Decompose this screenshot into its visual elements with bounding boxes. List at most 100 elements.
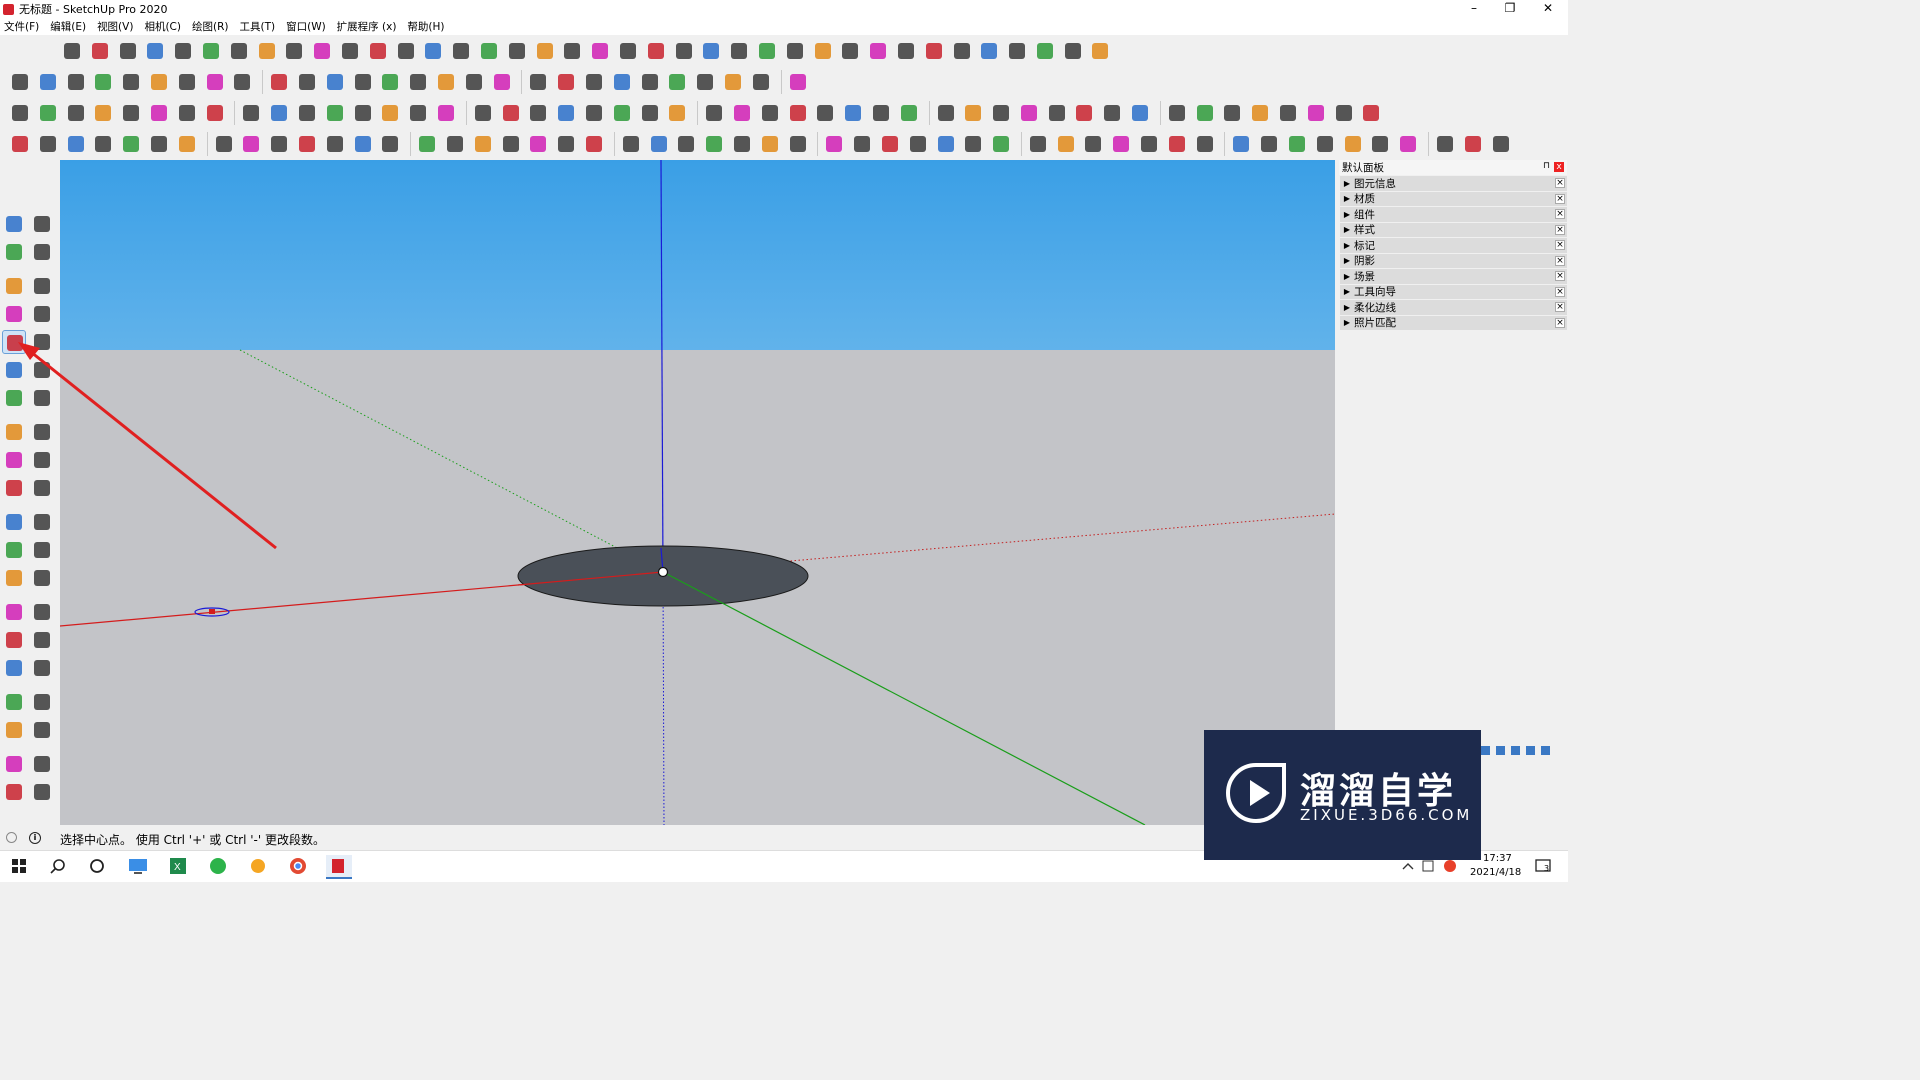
tb3-tool-button-icon[interactable] [203,101,227,125]
tb3-tool-button-icon[interactable] [610,101,634,125]
tb3-tool-button-icon[interactable] [1220,101,1244,125]
center-point[interactable] [657,566,669,578]
tb2-tool-button-icon[interactable] [147,70,171,94]
tb3-tool-button-icon[interactable] [1165,101,1189,125]
tb4-tool-button-icon[interactable] [499,132,523,156]
vertical-tool-button-icon[interactable] [2,752,26,776]
tb1-tool-button-icon[interactable] [560,39,584,63]
tb3-tool-button-icon[interactable] [786,101,810,125]
tb4-tool-button-icon[interactable] [147,132,171,156]
tray-shadows[interactable]: ▶ 阴影 × [1340,253,1567,269]
tb4-tool-button-icon[interactable] [1489,132,1513,156]
tb3-tool-button-icon[interactable] [1128,101,1152,125]
tb2-tool-button-icon[interactable] [295,70,319,94]
tb4-tool-button-icon[interactable] [554,132,578,156]
tb2-tool-button-icon[interactable] [582,70,606,94]
task-view-icon[interactable] [86,855,112,879]
tb3-tool-button-icon[interactable] [897,101,921,125]
tb4-tool-button-icon[interactable] [351,132,375,156]
vertical-tool-button-icon[interactable] [30,780,54,804]
tb4-tool-button-icon[interactable] [674,132,698,156]
tb3-tool-button-icon[interactable] [239,101,263,125]
tb4-tool-button-icon[interactable] [1257,132,1281,156]
tb2-tool-button-icon[interactable] [554,70,578,94]
tb4-tool-button-icon[interactable] [822,132,846,156]
tb1-tool-button-icon[interactable] [755,39,779,63]
tray-tags[interactable]: ▶ 标记 × [1340,238,1567,254]
vertical-tool-button-icon[interactable] [2,212,26,236]
tb1-tool-button-icon[interactable] [477,39,501,63]
tb1-tool-button-icon[interactable] [255,39,279,63]
tb4-tool-button-icon[interactable] [471,132,495,156]
tb2-tool-button-icon[interactable] [665,70,689,94]
tb3-tool-button-icon[interactable] [36,101,60,125]
tb1-tool-button-icon[interactable] [227,39,251,63]
tb4-tool-button-icon[interactable] [175,132,199,156]
menu-help[interactable]: 帮助(H) [407,19,444,34]
tb4-tool-button-icon[interactable] [582,132,606,156]
tb4-tool-button-icon[interactable] [1165,132,1189,156]
menu-draw[interactable]: 绘图(R) [192,19,229,34]
tb3-tool-button-icon[interactable] [582,101,606,125]
tb2-tool-button-icon[interactable] [267,70,291,94]
tb1-tool-button-icon[interactable] [838,39,862,63]
tb4-tool-button-icon[interactable] [526,132,550,156]
menu-extensions[interactable]: 扩展程序 (x) [337,19,397,34]
grid-icon[interactable] [1541,746,1550,755]
windows-start-icon[interactable] [8,855,34,879]
tb2-tool-button-icon[interactable] [462,70,486,94]
info-icon[interactable]: i [29,832,41,844]
tb3-tool-button-icon[interactable] [730,101,754,125]
tb1-tool-button-icon[interactable] [866,39,890,63]
tb2-tool-button-icon[interactable] [175,70,199,94]
tray-components[interactable]: ▶ 组件 × [1340,207,1567,223]
tb3-tool-button-icon[interactable] [1072,101,1096,125]
tb2-tool-button-icon[interactable] [610,70,634,94]
tb1-tool-button-icon[interactable] [1033,39,1057,63]
tb4-tool-button-icon[interactable] [64,132,88,156]
tb4-tool-button-icon[interactable] [323,132,347,156]
tb1-tool-button-icon[interactable] [783,39,807,63]
tb2-tool-button-icon[interactable] [693,70,717,94]
tb4-tool-button-icon[interactable] [239,132,263,156]
vertical-tool-button-icon[interactable] [2,718,26,742]
tb4-tool-button-icon[interactable] [378,132,402,156]
menu-file[interactable]: 文件(F) [4,19,39,34]
menu-camera[interactable]: 相机(C) [144,19,181,34]
tb4-tool-button-icon[interactable] [36,132,60,156]
tb3-tool-button-icon[interactable] [1304,101,1328,125]
tray-close-icon[interactable]: x [1554,162,1564,172]
tb1-tool-button-icon[interactable] [366,39,390,63]
tb3-tool-button-icon[interactable] [8,101,32,125]
tb2-tool-button-icon[interactable] [91,70,115,94]
vertical-tool-button-icon[interactable] [30,212,54,236]
tb3-tool-button-icon[interactable] [1276,101,1300,125]
tb2-tool-button-icon[interactable] [230,70,254,94]
restore-button[interactable]: ❐ [1492,0,1528,18]
tb3-tool-button-icon[interactable] [323,101,347,125]
tb2-tool-button-icon[interactable] [64,70,88,94]
tb2-tool-button-icon[interactable] [786,70,810,94]
vertical-tool-button-icon[interactable] [30,628,54,652]
vertical-tool-button-icon[interactable] [2,628,26,652]
tray-styles[interactable]: ▶ 样式 × [1340,222,1567,238]
vertical-tool-button-icon[interactable] [2,240,26,264]
tb2-tool-button-icon[interactable] [351,70,375,94]
tb4-tool-button-icon[interactable] [1193,132,1217,156]
vertical-tool-button-icon[interactable] [2,274,26,298]
tb2-tool-button-icon[interactable] [638,70,662,94]
tb2-tool-button-icon[interactable] [721,70,745,94]
tb3-tool-button-icon[interactable] [1017,101,1041,125]
tb4-tool-button-icon[interactable] [267,132,291,156]
pin-icon[interactable]: ⊓ [1543,161,1550,171]
tb2-tool-button-icon[interactable] [406,70,430,94]
tb2-tool-button-icon[interactable] [434,70,458,94]
computer-app-icon[interactable] [126,855,152,879]
vertical-tool-button-icon[interactable] [30,656,54,680]
tb1-tool-button-icon[interactable] [727,39,751,63]
tb3-tool-button-icon[interactable] [813,101,837,125]
tb3-tool-button-icon[interactable] [119,101,143,125]
tb3-tool-button-icon[interactable] [1100,101,1124,125]
tb1-tool-button-icon[interactable] [1005,39,1029,63]
tb3-tool-button-icon[interactable] [526,101,550,125]
